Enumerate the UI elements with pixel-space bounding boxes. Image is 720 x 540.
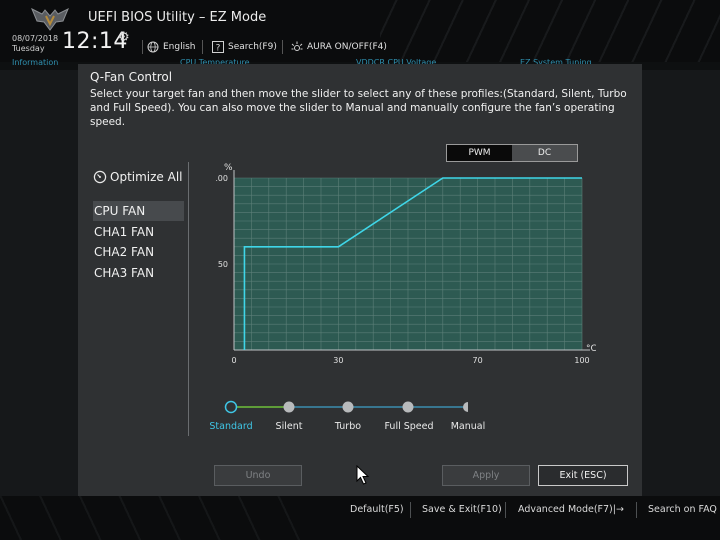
day-text: Tuesday: [12, 44, 45, 53]
slider-node-turbo[interactable]: [342, 401, 354, 413]
slider-node-standard[interactable]: [224, 400, 238, 414]
slider-node-full-speed[interactable]: [402, 401, 414, 413]
y-unit-label: %: [224, 163, 233, 173]
profile-silent[interactable]: Silent: [276, 421, 303, 432]
svg-text:?: ?: [216, 44, 221, 54]
y-tick-label: 50: [218, 260, 228, 269]
fan-item-cha3[interactable]: CHA3 FAN: [93, 263, 184, 283]
footer-decoration: [0, 496, 300, 540]
gauge-icon: [93, 170, 107, 184]
apply-button[interactable]: Apply: [442, 465, 530, 486]
profile-slider-track[interactable]: [208, 398, 468, 418]
footer-separator: [410, 502, 411, 518]
clock-settings-gear-icon[interactable]: ⚙: [118, 30, 130, 45]
aura-light-icon: [291, 41, 303, 51]
fan-item-cha2[interactable]: CHA2 FAN: [93, 242, 184, 262]
header-separator: [282, 40, 283, 54]
mouse-cursor-icon: [356, 465, 370, 485]
optimize-all-label: Optimize All: [110, 170, 183, 184]
x-unit-label: °C: [586, 344, 596, 354]
header-separator: [142, 40, 143, 54]
profile-standard[interactable]: Standard: [209, 421, 252, 432]
fan-list: CPU FAN CHA1 FAN CHA2 FAN CHA3 FAN: [93, 201, 184, 283]
slider-node-manual[interactable]: [463, 402, 468, 412]
help-box-icon: ?: [212, 41, 224, 53]
optimize-all-button[interactable]: Optimize All: [93, 170, 183, 184]
fan-item-cpu[interactable]: CPU FAN: [93, 201, 184, 221]
profile-full-speed[interactable]: Full Speed: [384, 421, 433, 432]
default-button[interactable]: Default(F5): [350, 504, 404, 515]
aura-toggle-button[interactable]: AURA ON/OFF(F4): [291, 40, 387, 54]
slider-node-silent[interactable]: [283, 401, 295, 413]
date-text: 08/07/2018: [12, 34, 59, 43]
profile-slider[interactable]: Standard Silent Turbo Full Speed Manual: [78, 394, 642, 434]
fan-curve-chart[interactable]: 0 30 70 100 100 50% °C: [216, 158, 596, 378]
profile-manual[interactable]: Manual: [451, 421, 486, 432]
search-label: Search(F9): [228, 42, 277, 52]
search-faq-button[interactable]: Search on FAQ: [648, 504, 717, 515]
exit-button[interactable]: Exit (ESC): [538, 465, 628, 486]
ghost-tab: Information: [12, 58, 59, 67]
language-button[interactable]: English: [147, 40, 196, 54]
dialog-title: Q-Fan Control: [90, 70, 173, 84]
fan-item-cha1[interactable]: CHA1 FAN: [93, 222, 184, 242]
footer-separator: [505, 502, 506, 518]
undo-button[interactable]: Undo: [214, 465, 302, 486]
search-button[interactable]: ? Search(F9): [212, 40, 277, 54]
x-tick-label: 100: [574, 356, 589, 365]
footer-separator: [636, 502, 637, 518]
language-label: English: [163, 42, 196, 52]
aura-label: AURA ON/OFF(F4): [307, 42, 387, 52]
x-tick-label: 30: [333, 356, 343, 365]
advanced-mode-button[interactable]: Advanced Mode(F7)|→: [518, 504, 624, 515]
y-tick-label: 100: [216, 174, 228, 183]
profile-turbo[interactable]: Turbo: [335, 421, 361, 432]
date-display: 08/07/2018 Tuesday: [12, 34, 58, 54]
bios-title: UEFI BIOS Utility – EZ Mode: [88, 10, 267, 25]
x-tick-label: 70: [473, 356, 483, 365]
save-exit-button[interactable]: Save & Exit(F10): [422, 504, 502, 515]
dialog-description: Select your target fan and then move the…: [90, 88, 627, 128]
header-separator: [202, 40, 203, 54]
x-tick-label: 0: [231, 356, 236, 365]
qfan-control-dialog: Q-Fan Control Select your target fan and…: [78, 64, 642, 496]
bottom-bar: Default(F5) Save & Exit(F10) Advanced Mo…: [0, 496, 720, 540]
globe-icon: [147, 41, 159, 53]
